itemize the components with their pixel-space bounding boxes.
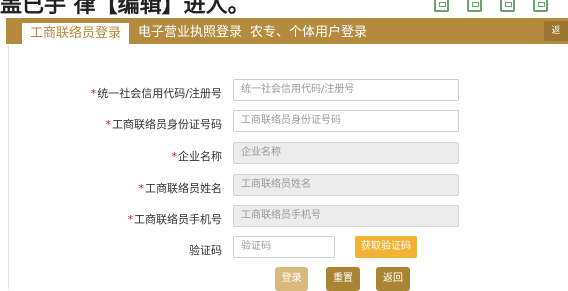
liaison-name-input: 工商联络员姓名 bbox=[233, 174, 459, 196]
login-form: *统一社会信用代码/注册号 统一社会信用代码/注册号 *工商联络员身份证号码 工… bbox=[8, 45, 568, 291]
captcha-label: 验证码 bbox=[189, 244, 222, 257]
login-button[interactable]: 登录 bbox=[275, 267, 308, 291]
get-captcha-button[interactable]: 获取验证码 bbox=[355, 236, 417, 258]
edit-icon[interactable] bbox=[434, 0, 449, 12]
login-tab-bar: 工商联络员登录 电子营业执照登录 农专、个体用户登录 返 bbox=[6, 18, 568, 47]
credit-code-input[interactable]: 统一社会信用代码/注册号 bbox=[233, 79, 459, 101]
company-name-input: 企业名称 bbox=[233, 142, 459, 164]
credit-code-row: *统一社会信用代码/注册号 统一社会信用代码/注册号 bbox=[9, 79, 568, 105]
captcha-input[interactable]: 验证码 bbox=[233, 236, 335, 258]
company-name-row: *企业名称 企业名称 bbox=[9, 142, 568, 168]
expand-icon[interactable] bbox=[467, 0, 482, 12]
id-number-input[interactable]: 工商联络员身份证号码 bbox=[233, 110, 459, 132]
tab-e-license-login[interactable]: 电子营业执照登录 bbox=[138, 21, 242, 44]
company-name-label: *企业名称 bbox=[171, 150, 223, 163]
tab-individual-login[interactable]: 农专、个体用户登录 bbox=[250, 21, 367, 44]
liaison-phone-input: 工商联络员手机号 bbox=[233, 205, 459, 227]
page-heading: 盖已手 律【编辑】进人。 bbox=[0, 0, 250, 16]
id-number-label: *工商联络员身份证号码 bbox=[105, 118, 223, 131]
liaison-name-row: *工商联络员姓名 工商联络员姓名 bbox=[9, 174, 568, 200]
liaison-phone-label: *工商联络员手机号 bbox=[127, 213, 223, 226]
corner-return-button[interactable]: 返 bbox=[544, 21, 568, 41]
save-icon[interactable] bbox=[533, 0, 548, 12]
id-number-row: *工商联络员身份证号码 工商联络员身份证号码 bbox=[9, 110, 568, 136]
toolbar bbox=[434, 0, 548, 12]
page-header-strip: 盖已手 律【编辑】进人。 bbox=[0, 0, 568, 16]
home-icon[interactable] bbox=[500, 0, 515, 12]
liaison-name-label: *工商联络员姓名 bbox=[138, 182, 223, 195]
tab-liaison-login[interactable]: 工商联络员登录 bbox=[22, 20, 130, 47]
captcha-row: 验证码 验证码 获取验证码 bbox=[9, 236, 568, 262]
reset-button[interactable]: 重置 bbox=[326, 267, 360, 291]
back-button[interactable]: 返回 bbox=[376, 267, 410, 291]
liaison-phone-row: *工商联络员手机号 工商联络员手机号 bbox=[9, 205, 568, 231]
credit-code-label: *统一社会信用代码/注册号 bbox=[90, 87, 222, 100]
